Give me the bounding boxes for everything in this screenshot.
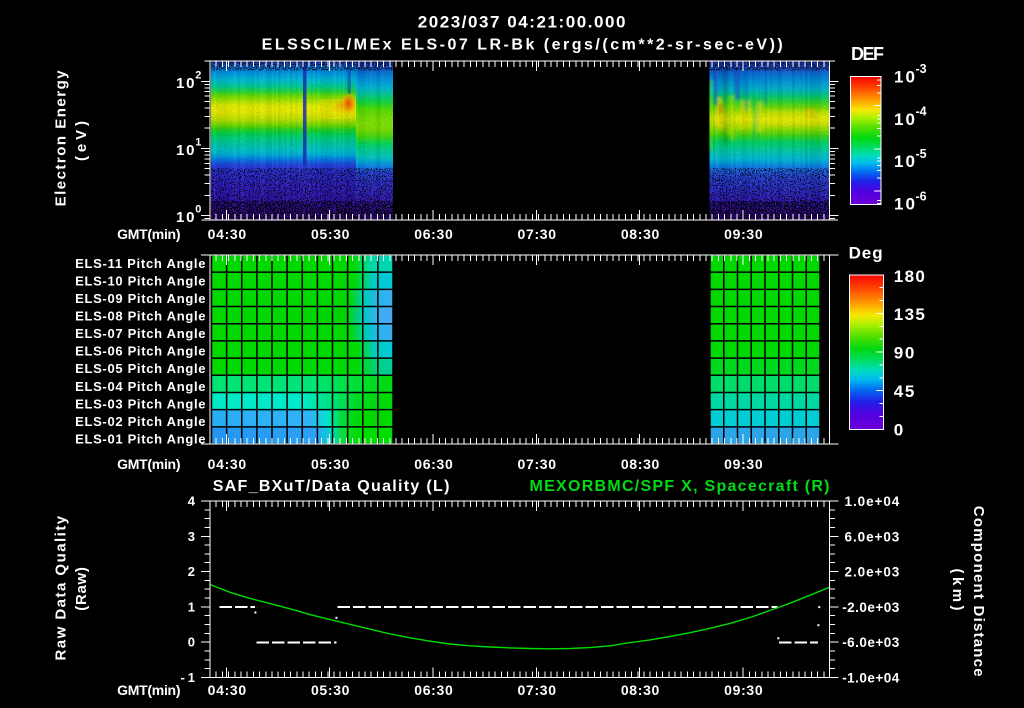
svg-text:GMT(min): GMT(min)	[117, 682, 180, 698]
svg-text:07:30: 07:30	[518, 226, 557, 242]
svg-text:10: 10	[176, 209, 195, 226]
svg-text:08:30: 08:30	[621, 682, 660, 698]
svg-text:06:30: 06:30	[414, 226, 453, 242]
svg-text:07:30: 07:30	[518, 456, 557, 472]
svg-text:0: 0	[894, 420, 903, 439]
svg-text:1.0e+04: 1.0e+04	[845, 494, 900, 509]
svg-text:45: 45	[894, 382, 915, 401]
svg-text:DEF: DEF	[851, 44, 884, 64]
svg-text:06:30: 06:30	[414, 456, 453, 472]
svg-text:(Raw): (Raw)	[73, 567, 90, 611]
svg-text:2: 2	[195, 69, 201, 81]
svg-text:ELS-11 Pitch Angle: ELS-11 Pitch Angle	[75, 256, 205, 271]
svg-text:MEXORBMC/SPF X, Spacecraft (R): MEXORBMC/SPF X, Spacecraft (R)	[530, 478, 830, 495]
svg-text:Component Distance: Component Distance	[970, 506, 987, 677]
svg-text:135: 135	[894, 305, 925, 324]
svg-text:ELS-06 Pitch Angle: ELS-06 Pitch Angle	[75, 344, 205, 359]
svg-text:0: 0	[188, 635, 195, 650]
svg-text:GMT(min): GMT(min)	[117, 456, 180, 472]
svg-text:2.0e+03: 2.0e+03	[845, 565, 900, 580]
svg-text:GMT(min): GMT(min)	[117, 226, 180, 242]
svg-text:-6: -6	[916, 189, 927, 203]
svg-text:06:30: 06:30	[414, 682, 453, 698]
svg-text:04:30: 04:30	[208, 682, 247, 698]
svg-text:-4: -4	[916, 105, 927, 119]
svg-text:4: 4	[188, 494, 196, 509]
svg-text:6.0e+03: 6.0e+03	[845, 529, 900, 544]
svg-text:2023/037 04:21:00.000: 2023/037 04:21:00.000	[418, 13, 626, 32]
svg-text:08:30: 08:30	[621, 226, 660, 242]
svg-text:-1.0e+04: -1.0e+04	[842, 670, 900, 685]
svg-text:ELS-03 Pitch Angle: ELS-03 Pitch Angle	[75, 396, 205, 411]
svg-text:10: 10	[176, 75, 195, 92]
svg-text:05:30: 05:30	[311, 456, 350, 472]
svg-text:1: 1	[188, 599, 195, 614]
svg-text:09:30: 09:30	[724, 682, 763, 698]
svg-text:0: 0	[195, 204, 201, 216]
svg-text:-3: -3	[916, 62, 927, 76]
svg-text:ELSSCIL/MEx ELS-07 LR-Bk (erg: ELSSCIL/MEx ELS-07 LR-Bk (ergs/(cm**2-sr…	[262, 36, 783, 53]
svg-text:-5: -5	[916, 147, 927, 161]
svg-text:ELS-08 Pitch Angle: ELS-08 Pitch Angle	[75, 309, 205, 324]
svg-text:Electron Energy: Electron Energy	[53, 70, 70, 207]
svg-text:ELS-09 Pitch Angle: ELS-09 Pitch Angle	[75, 291, 205, 306]
svg-text:180: 180	[894, 267, 925, 286]
svg-text:09:30: 09:30	[724, 226, 763, 242]
svg-text:ELS-04 Pitch Angle: ELS-04 Pitch Angle	[75, 379, 205, 394]
svg-text:04:30: 04:30	[208, 456, 247, 472]
svg-text:10: 10	[176, 142, 195, 159]
svg-text:05:30: 05:30	[311, 682, 350, 698]
svg-text:05:30: 05:30	[311, 226, 350, 242]
svg-text:1: 1	[195, 137, 201, 149]
svg-text:3: 3	[188, 529, 195, 544]
svg-text:ELS-02 Pitch Angle: ELS-02 Pitch Angle	[75, 414, 205, 429]
svg-text:SAF_BXuT/Data Quality (L): SAF_BXuT/Data Quality (L)	[213, 478, 450, 495]
svg-text:Deg: Deg	[849, 244, 883, 263]
svg-text:07:30: 07:30	[518, 682, 557, 698]
svg-text:08:30: 08:30	[621, 456, 660, 472]
svg-text:ELS-07 Pitch Angle: ELS-07 Pitch Angle	[75, 326, 205, 341]
svg-text:-2.0e+03: -2.0e+03	[842, 600, 900, 615]
svg-text:ELS-05 Pitch Angle: ELS-05 Pitch Angle	[75, 361, 205, 376]
svg-text:04:30: 04:30	[208, 226, 247, 242]
svg-text:-6.0e+03: -6.0e+03	[842, 635, 900, 650]
svg-text:Raw Data Quality: Raw Data Quality	[53, 515, 70, 660]
svg-text:-1: -1	[181, 670, 196, 685]
svg-text:ELS-10 Pitch Angle: ELS-10 Pitch Angle	[75, 273, 205, 288]
svg-text:09:30: 09:30	[724, 456, 763, 472]
svg-text:2: 2	[188, 564, 195, 579]
svg-text:ELS-01 Pitch Angle: ELS-01 Pitch Angle	[75, 431, 205, 446]
svg-text:90: 90	[894, 344, 915, 363]
